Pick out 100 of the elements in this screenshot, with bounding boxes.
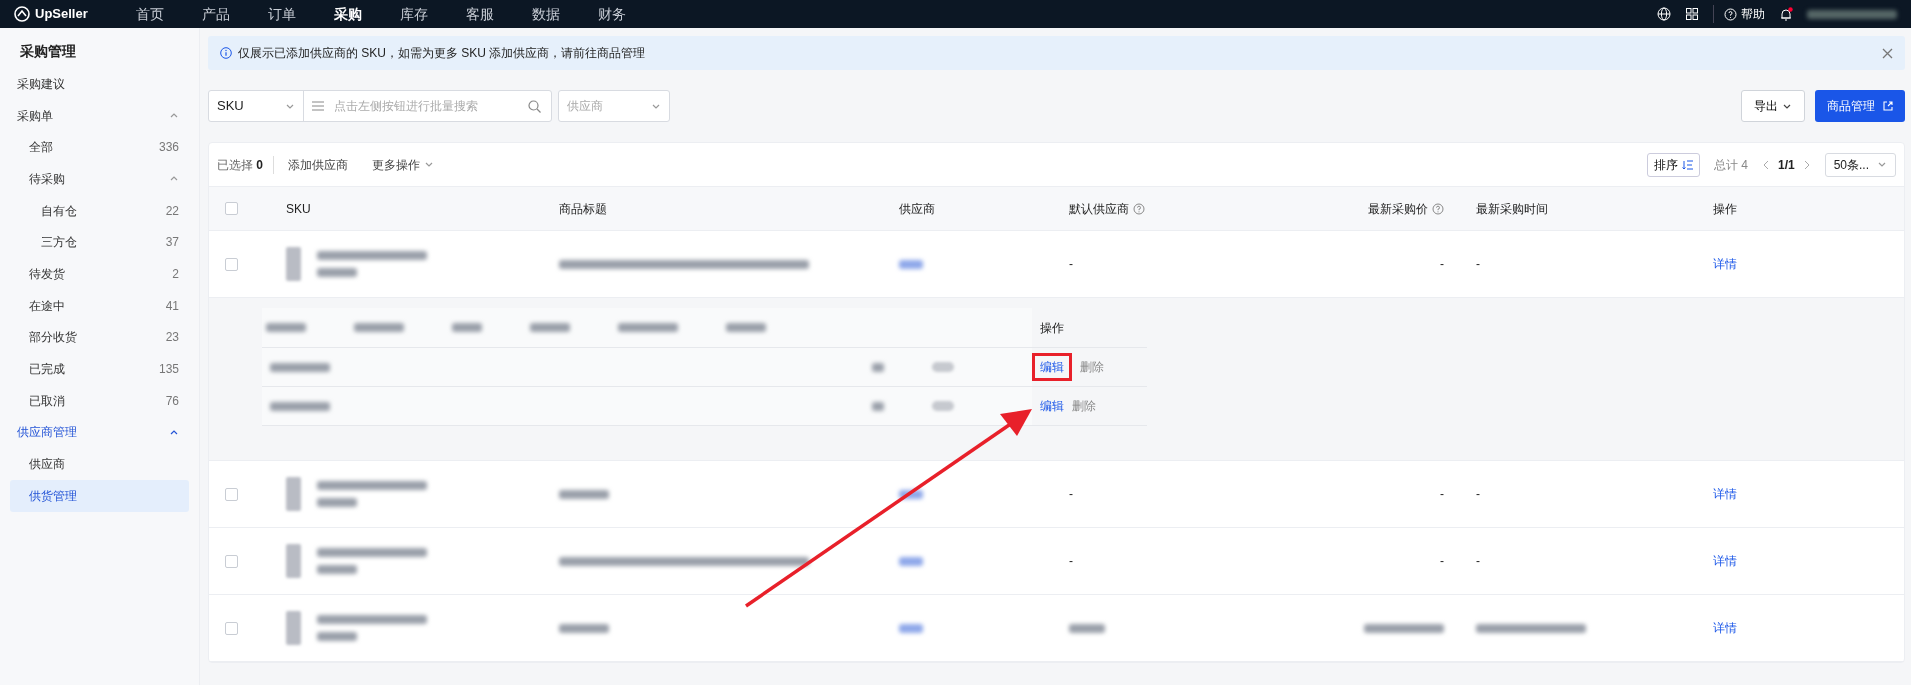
blurred-text <box>872 401 884 411</box>
product-thumbnail <box>286 611 301 645</box>
column-header: 操作 <box>1713 200 1737 218</box>
previous-page-icon[interactable] <box>1761 159 1770 170</box>
nav-tab[interactable]: 订单 <box>267 3 296 25</box>
blurred-text <box>726 323 766 332</box>
logo-icon <box>14 6 30 22</box>
page-size-select[interactable]: 50条... <box>1824 152 1896 177</box>
blurred-text <box>317 632 357 641</box>
sidebar-item[interactable]: 供应商 <box>10 448 189 480</box>
search-type-select[interactable]: SKU <box>217 96 244 116</box>
nav-tab[interactable]: 数据 <box>531 3 560 25</box>
blurred-text <box>559 623 609 633</box>
row-checkbox[interactable] <box>225 621 238 635</box>
edit-link[interactable]: 编辑 <box>1040 358 1064 376</box>
blurred-text <box>317 268 357 277</box>
globe-icon[interactable] <box>1657 7 1671 21</box>
row-checkbox[interactable] <box>225 257 238 271</box>
caret-icon <box>424 160 435 169</box>
item-count: 135 <box>158 361 179 379</box>
next-page-icon[interactable] <box>1802 159 1811 170</box>
cell-text: - <box>1476 486 1480 503</box>
product-management-button[interactable]: 商品管理 <box>1815 90 1905 122</box>
select-all-checkbox[interactable] <box>225 202 238 215</box>
cell-text: - <box>1440 553 1444 570</box>
sidebar-item[interactable]: 在途中 41 <box>10 289 189 322</box>
nav-tab[interactable]: 产品 <box>201 3 230 25</box>
cell-text: - <box>1069 553 1073 570</box>
sidebar-item[interactable]: 采购单 <box>10 99 189 132</box>
page-indicator: 1/1 <box>1777 156 1795 174</box>
sidebar-item[interactable]: 三方仓 37 <box>10 226 189 259</box>
search-field[interactable]: SKU 点击左侧按钮进行批量搜索 <box>208 90 552 122</box>
column-header: 最新采购价 <box>1368 200 1428 218</box>
help-button[interactable]: 帮助 <box>1713 5 1765 23</box>
blurred-text <box>270 401 330 411</box>
blurred-text <box>530 323 570 332</box>
cell-text: - <box>1069 256 1073 273</box>
selected-count: 已选择 0 <box>217 155 275 174</box>
blurred-text <box>354 323 404 332</box>
sidebar-item[interactable]: 待发货 2 <box>10 258 189 290</box>
blurred-text <box>899 623 923 633</box>
details-link[interactable]: 详情 <box>1713 552 1737 570</box>
toggle-switch[interactable] <box>932 401 954 411</box>
edit-link[interactable]: 编辑 <box>1040 397 1064 415</box>
sidebar-item[interactable]: 全部 336 <box>10 131 189 164</box>
column-header: 操作 <box>1032 308 1147 348</box>
list-icon[interactable] <box>312 101 324 111</box>
cell-text: - <box>1476 256 1480 273</box>
details-link[interactable]: 详情 <box>1713 255 1737 273</box>
blurred-text <box>317 565 357 574</box>
blurred-text <box>266 323 306 332</box>
nav-tab[interactable]: 客服 <box>465 3 494 25</box>
blurred-text <box>872 362 884 372</box>
blurred-text <box>899 259 923 269</box>
blurred-text <box>452 323 482 332</box>
search-icon[interactable] <box>528 99 541 113</box>
cell-text: - <box>1440 486 1444 503</box>
external-link-icon <box>1883 101 1893 111</box>
product-thumbnail <box>286 247 301 281</box>
sort-button[interactable]: 排序 <box>1646 152 1700 177</box>
sidebar-item[interactable]: 供货管理 <box>10 479 189 512</box>
nav-tab[interactable]: 库存 <box>399 3 428 25</box>
column-header: 商品标题 <box>559 200 607 218</box>
sidebar-item[interactable]: 部分收货 23 <box>10 321 189 354</box>
caret-icon <box>1877 160 1887 169</box>
details-link[interactable]: 详情 <box>1713 619 1737 637</box>
blurred-text <box>899 556 923 566</box>
item-count: 41 <box>165 297 179 315</box>
details-link[interactable]: 详情 <box>1713 485 1737 503</box>
toggle-switch[interactable] <box>932 362 954 372</box>
sidebar-item[interactable]: 待采购 <box>10 163 189 195</box>
cell-text: - <box>1440 256 1444 273</box>
add-supplier-button[interactable]: 添加供应商 <box>288 155 349 174</box>
grid-icon[interactable] <box>1685 7 1699 21</box>
sidebar-item[interactable]: 供应商管理 <box>10 416 189 449</box>
sidebar-item[interactable]: 采购建议 <box>10 68 189 100</box>
item-count: 23 <box>165 329 179 347</box>
bell-icon[interactable] <box>1779 6 1793 22</box>
delete-link[interactable]: 删除 <box>1080 358 1104 376</box>
total-count: 总计 4 <box>1713 156 1748 174</box>
close-icon[interactable] <box>1882 47 1893 59</box>
sidebar-item[interactable]: 已取消 76 <box>10 384 189 417</box>
product-thumbnail <box>286 544 301 578</box>
nav-tab[interactable]: 财务 <box>597 3 626 25</box>
sort-icon <box>1681 159 1693 170</box>
item-count: 37 <box>165 234 179 252</box>
row-checkbox[interactable] <box>225 487 238 501</box>
delete-link[interactable]: 删除 <box>1072 397 1096 415</box>
brand-name: UpSeller <box>35 5 88 24</box>
export-button[interactable]: 导出 <box>1741 90 1805 122</box>
blurred-text <box>899 489 923 499</box>
product-thumbnail <box>286 477 301 511</box>
sidebar-item[interactable]: 已完成 135 <box>10 353 189 385</box>
more-actions-button[interactable]: 更多操作 <box>372 155 435 174</box>
item-count: 336 <box>158 139 179 157</box>
nav-tab[interactable]: 采购 <box>333 3 362 25</box>
row-checkbox[interactable] <box>225 554 238 568</box>
blurred-text <box>317 498 357 507</box>
sidebar-item[interactable]: 自有仓 22 <box>10 194 189 227</box>
nav-tab[interactable]: 首页 <box>135 3 164 25</box>
